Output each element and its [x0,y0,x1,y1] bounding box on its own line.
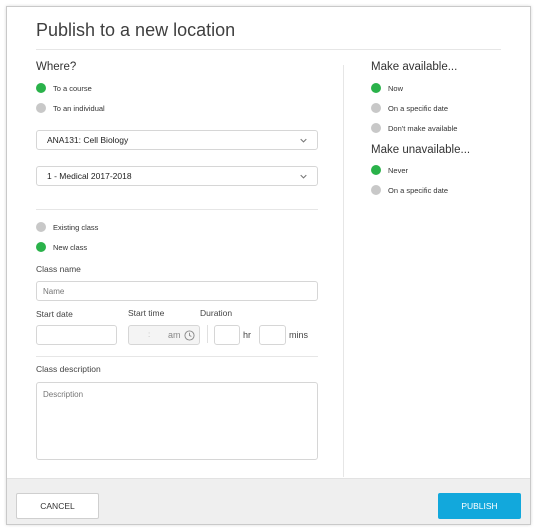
radio-unavailable-never[interactable]: Never [371,165,408,175]
course-select-value: ANA131: Cell Biology [47,135,129,145]
duration-minutes-input[interactable] [259,325,286,345]
duration-label: Duration [200,308,233,318]
section-divider [36,356,318,357]
class-description-label: Class description [36,364,101,374]
radio-label: On a specific date [388,185,449,195]
hours-unit-label: hr [243,330,252,340]
radio-label: New class [53,242,88,252]
chevron-down-icon [300,174,307,179]
class-description-textarea[interactable] [36,382,318,460]
radio-label: On a specific date [388,103,449,113]
radio-unavailable-specific-date[interactable]: On a specific date [371,185,448,195]
radio-dot [36,83,46,93]
radio-label: Existing class [53,222,99,232]
radio-label: Don't make available [388,123,458,133]
radio-available-specific-date[interactable]: On a specific date [371,103,448,113]
make-available-heading: Make available... [371,61,458,73]
cohort-select[interactable]: 1 - Medical 2017-2018 [36,166,318,186]
radio-dont-make-available[interactable]: Don't make available [371,123,457,133]
radio-to-course[interactable]: To a course [36,83,92,93]
am-pm-label: am [168,330,181,340]
class-name-label: Class name [36,264,81,274]
cohort-select-value: 1 - Medical 2017-2018 [47,171,132,181]
where-heading: Where? [36,61,77,73]
radio-dot [371,103,381,113]
radio-dot [371,83,381,93]
make-unavailable-heading: Make unavailable... [371,144,471,156]
publish-dialog: Publish to a new location Where? To a co… [6,6,531,525]
dialog-footer: CANCEL PUBLISH [7,478,530,524]
radio-to-individual[interactable]: To an individual [36,103,105,113]
time-separator: : [148,330,151,339]
radio-label: Now [388,83,404,93]
chevron-down-icon [300,138,307,143]
time-duration-divider [207,325,208,343]
radio-existing-class[interactable]: Existing class [36,222,98,232]
title-divider [36,49,501,50]
start-date-input[interactable] [36,325,117,345]
radio-dot [371,165,381,175]
radio-dot [36,242,46,252]
radio-new-class[interactable]: New class [36,242,87,252]
radio-available-now[interactable]: Now [371,83,403,93]
radio-dot [371,185,381,195]
start-time-label: Start time [128,308,165,318]
column-divider [343,65,344,477]
clock-icon [184,330,195,341]
minutes-unit-label: mins [289,330,309,340]
radio-label: To an individual [53,103,105,113]
course-select[interactable]: ANA131: Cell Biology [36,130,318,150]
radio-dot [36,222,46,232]
section-divider [36,209,318,210]
radio-label: Never [388,165,409,175]
start-date-label: Start date [36,309,73,319]
radio-dot [36,103,46,113]
dialog-title: Publish to a new location [36,20,236,40]
duration-hours-input[interactable] [214,325,240,345]
radio-dot [371,123,381,133]
start-time-input[interactable]: : am [128,325,200,345]
class-name-input[interactable] [36,281,318,301]
publish-button[interactable]: PUBLISH [438,493,521,519]
radio-label: To a course [53,83,92,93]
cancel-button[interactable]: CANCEL [16,493,99,519]
